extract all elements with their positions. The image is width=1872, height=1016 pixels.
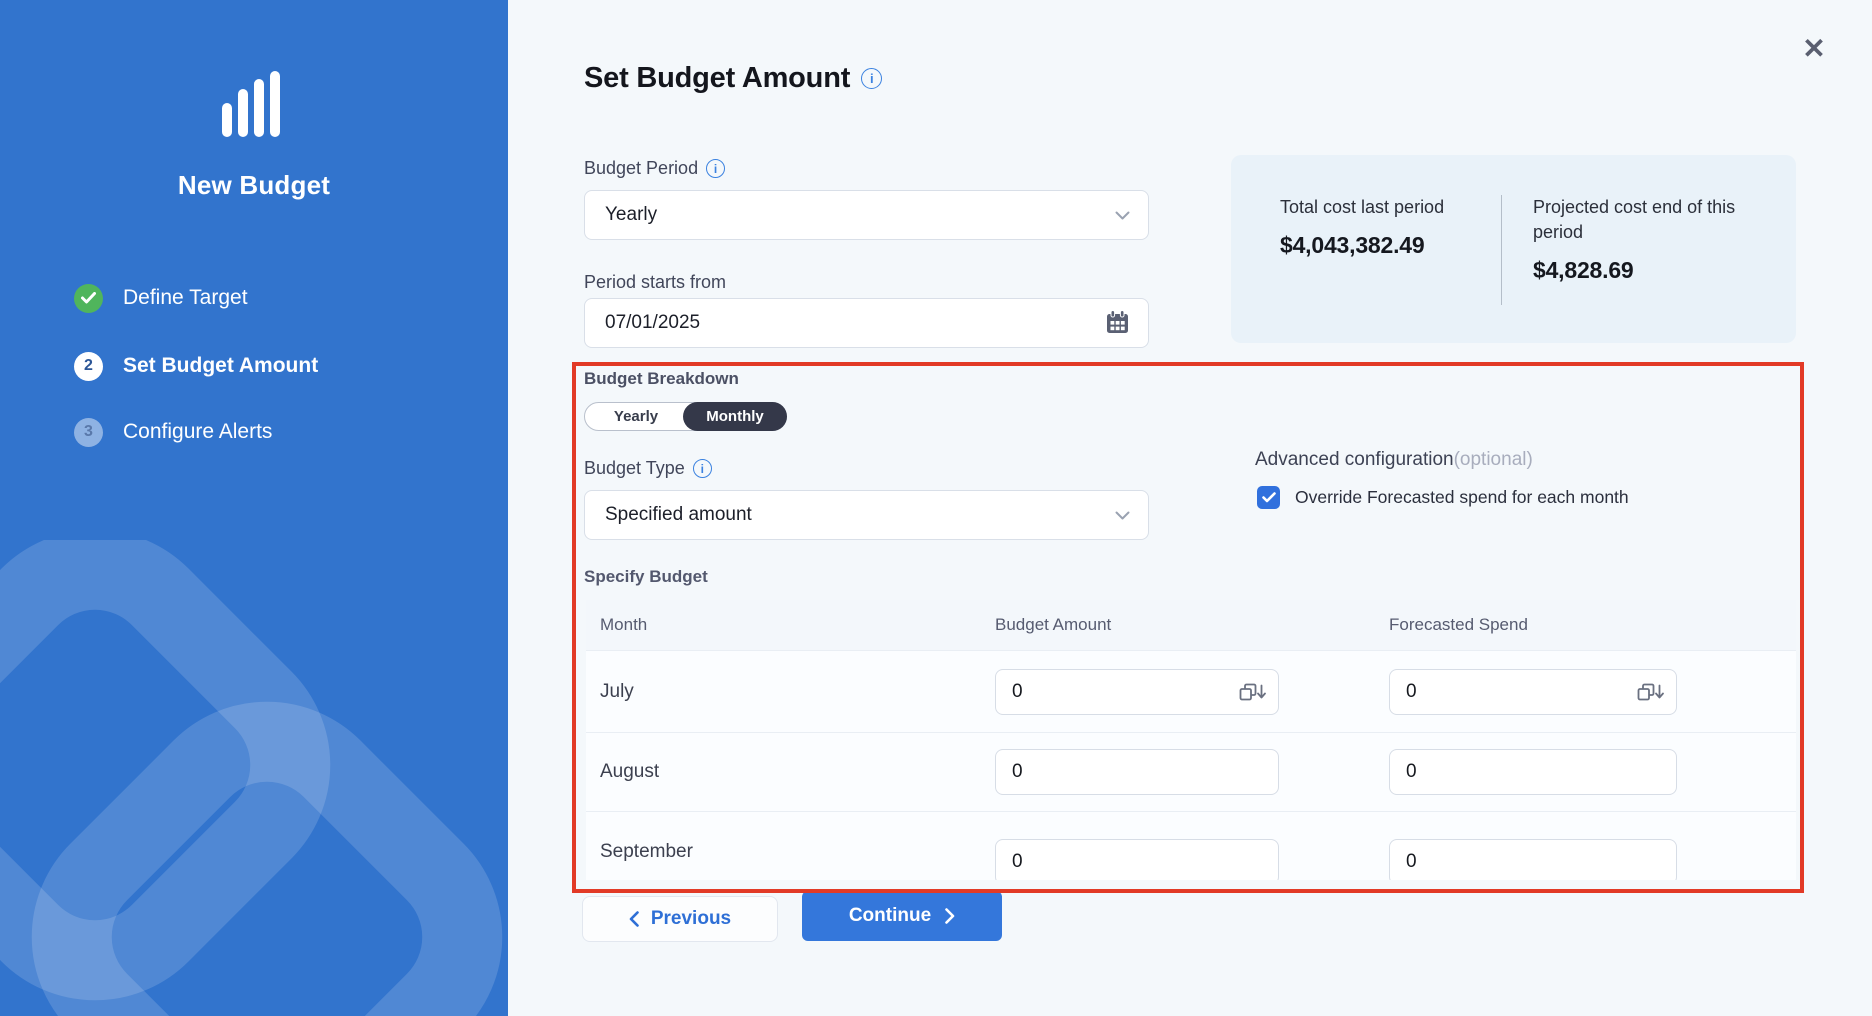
- forecasted-spend-input[interactable]: [1390, 851, 1676, 873]
- period-starts-label: Period starts from: [584, 272, 726, 293]
- chevron-left-icon: [629, 911, 639, 927]
- calendar-icon[interactable]: [1105, 310, 1130, 336]
- chevron-down-icon: [1115, 211, 1130, 220]
- budget-breakdown-toggle: Yearly Monthly: [584, 402, 787, 431]
- advanced-configuration-title: Advanced configuration(optional): [1255, 449, 1533, 471]
- continue-button[interactable]: Continue: [802, 891, 1002, 941]
- page-title: Set Budget Amount i: [584, 62, 882, 95]
- step-label: Set Budget Amount: [123, 354, 318, 378]
- budget-amount-input-wrap: [995, 669, 1279, 715]
- step-label: Define Target: [123, 286, 248, 310]
- wizard-title: New Budget: [0, 170, 508, 201]
- toggle-option-monthly[interactable]: Monthly: [683, 402, 787, 431]
- table-row: September: [586, 811, 1796, 880]
- step-label: Configure Alerts: [123, 420, 272, 444]
- close-icon[interactable]: ✕: [1796, 30, 1832, 66]
- forecasted-spend-input-wrap: [1389, 669, 1677, 715]
- step-done-check-icon: [74, 284, 103, 313]
- optional-note: (optional): [1454, 449, 1533, 470]
- copy-down-icon[interactable]: [1239, 683, 1266, 702]
- forecasted-spend-input[interactable]: [1390, 681, 1637, 703]
- column-header-forecasted-spend: Forecasted Spend: [1389, 600, 1528, 650]
- column-header-budget-amount: Budget Amount: [995, 600, 1111, 650]
- forecasted-spend-input-wrap: [1389, 749, 1677, 795]
- set-budget-amount-panel: ✕ Set Budget Amount i Budget Period i Ye…: [508, 0, 1872, 1016]
- projected-cost-label: Projected cost end of this period: [1533, 195, 1763, 245]
- chevron-down-icon: [1115, 511, 1130, 520]
- budget-period-value: Yearly: [605, 204, 1115, 226]
- budget-amount-input[interactable]: [996, 761, 1278, 783]
- table-header-row: Month Budget Amount Forecasted Spend: [586, 600, 1796, 650]
- previous-button[interactable]: Previous: [582, 896, 778, 942]
- override-forecast-checkbox-row[interactable]: Override Forecasted spend for each month: [1257, 486, 1629, 509]
- checkbox-checked[interactable]: [1257, 486, 1280, 509]
- forecasted-spend-input-wrap: [1389, 839, 1677, 880]
- page-title-text: Set Budget Amount: [584, 62, 850, 95]
- sidebar-step-configure-alerts[interactable]: 3 Configure Alerts: [74, 417, 474, 447]
- budget-amount-input-wrap: [995, 749, 1279, 795]
- budget-type-value: Specified amount: [605, 504, 1115, 526]
- budget-breakdown-label: Budget Breakdown: [584, 369, 739, 389]
- specify-budget-label: Specify Budget: [584, 567, 708, 587]
- step-number-badge: 3: [74, 418, 103, 447]
- checkbox-label: Override Forecasted spend for each month: [1295, 487, 1629, 508]
- sidebar-step-define-target[interactable]: Define Target: [74, 283, 474, 313]
- cost-summary-card: Total cost last period $4,043,382.49 Pro…: [1231, 155, 1796, 343]
- total-cost-value: $4,043,382.49: [1280, 232, 1480, 259]
- budget-period-label: Budget Period i: [584, 158, 725, 179]
- info-icon[interactable]: i: [861, 68, 882, 89]
- period-starts-date-field[interactable]: 07/01/2025: [584, 298, 1149, 348]
- month-cell: September: [600, 812, 693, 880]
- check-icon: [1262, 492, 1276, 503]
- total-cost-label: Total cost last period: [1280, 195, 1480, 220]
- info-icon[interactable]: i: [693, 459, 712, 478]
- budget-amount-input-wrap: [995, 839, 1279, 880]
- month-cell: August: [600, 733, 659, 811]
- continue-button-label: Continue: [849, 905, 931, 927]
- month-cell: July: [600, 651, 634, 732]
- step-number-badge: 2: [74, 352, 103, 381]
- info-icon[interactable]: i: [706, 159, 725, 178]
- specify-budget-table: Month Budget Amount Forecasted Spend Jul…: [586, 600, 1796, 880]
- brand-watermark-decoration: [0, 540, 508, 1016]
- bar-chart-logo-icon: [222, 71, 280, 137]
- copy-down-icon[interactable]: [1637, 683, 1664, 702]
- wizard-sidebar: New Budget Define Target 2 Set Budget Am…: [0, 0, 508, 1016]
- table-row: July: [586, 650, 1796, 732]
- column-header-month: Month: [600, 600, 647, 650]
- toggle-option-yearly[interactable]: Yearly: [585, 403, 687, 430]
- budget-amount-input[interactable]: [996, 851, 1278, 873]
- forecasted-spend-input[interactable]: [1390, 761, 1676, 783]
- chevron-right-icon: [945, 908, 955, 924]
- previous-button-label: Previous: [651, 908, 731, 930]
- budget-type-select[interactable]: Specified amount: [584, 490, 1149, 540]
- vertical-divider: [1501, 195, 1502, 305]
- budget-type-label: Budget Type i: [584, 458, 712, 479]
- projected-cost-value: $4,828.69: [1533, 257, 1763, 284]
- period-starts-value: 07/01/2025: [605, 312, 1105, 334]
- budget-amount-input[interactable]: [996, 681, 1239, 703]
- table-row: August: [586, 732, 1796, 811]
- sidebar-step-set-budget-amount[interactable]: 2 Set Budget Amount: [74, 351, 474, 381]
- budget-period-select[interactable]: Yearly: [584, 190, 1149, 240]
